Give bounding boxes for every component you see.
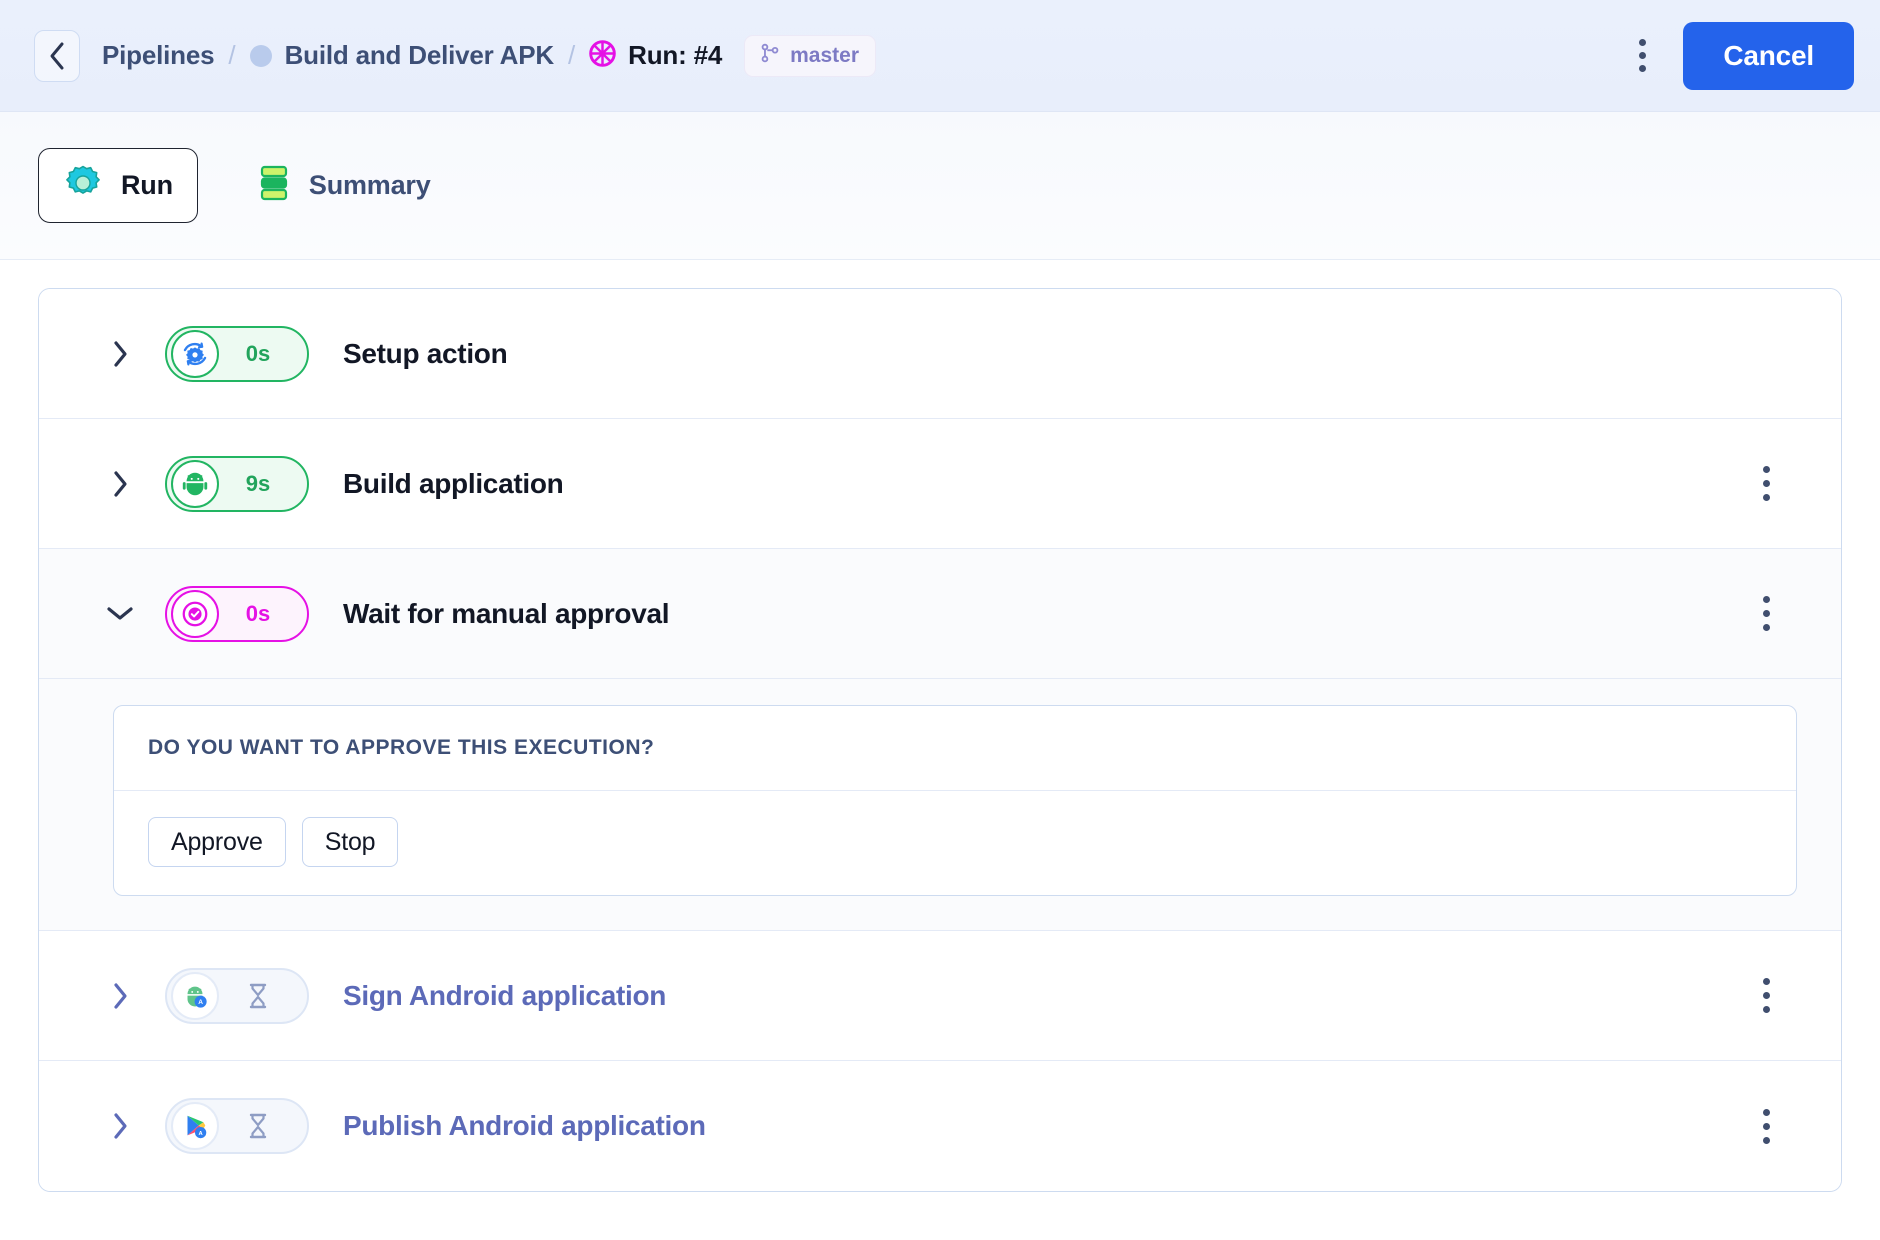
- step-duration: 0s: [245, 340, 271, 366]
- tab-run[interactable]: Run: [38, 148, 198, 223]
- step-status-pill: A: [165, 967, 309, 1024]
- step-row-wait-for-manual-approval[interactable]: 0s Wait for manual approval: [39, 549, 1841, 679]
- breadcrumb-pipeline-name[interactable]: Build and Deliver APK: [285, 40, 555, 71]
- android-robot-icon: [171, 459, 219, 508]
- step-menu-icon[interactable]: [1749, 1098, 1783, 1154]
- setup-gear-sync-icon: [171, 329, 219, 378]
- step-row-build-application[interactable]: 9s Build application: [39, 419, 1841, 549]
- breadcrumb: Pipelines / Build and Deliver APK / Run:…: [102, 34, 877, 77]
- back-button[interactable]: [34, 29, 80, 82]
- step-duration: 0s: [245, 600, 271, 626]
- chevron-right-icon[interactable]: [103, 469, 137, 499]
- breadcrumb-run-label: Run: #4: [628, 40, 723, 70]
- chevron-down-icon[interactable]: [103, 604, 137, 623]
- approval-actions: Approve Stop: [114, 791, 1796, 895]
- tab-strip: Run Summary: [0, 112, 1880, 260]
- step-status-pill: A: [165, 1098, 309, 1154]
- hourglass-pending-icon: [219, 1112, 303, 1140]
- step-status-pill: 0s: [165, 585, 309, 642]
- android-sign-apk-icon: A: [171, 971, 219, 1020]
- step-name: Wait for manual approval: [343, 597, 670, 629]
- chevron-right-icon[interactable]: [103, 981, 137, 1011]
- run-gear-icon: [63, 163, 103, 208]
- step-row-setup-action[interactable]: 0s Setup action: [39, 289, 1841, 419]
- run-spinner-icon: [589, 39, 616, 72]
- step-name: Setup action: [343, 337, 508, 369]
- step-name: Sign Android application: [343, 979, 667, 1011]
- breadcrumb-separator-2: /: [567, 40, 576, 70]
- top-bar: Pipelines / Build and Deliver APK / Run:…: [0, 0, 1880, 112]
- chevron-left-icon: [47, 41, 67, 71]
- kebab-menu-icon[interactable]: [1627, 34, 1657, 78]
- svg-text:A: A: [198, 999, 203, 1006]
- google-play-icon: A: [171, 1102, 219, 1150]
- tab-run-label: Run: [121, 170, 173, 200]
- branch-chip[interactable]: master: [744, 34, 877, 77]
- breadcrumb-separator-1: /: [228, 40, 236, 70]
- approval-question: DO YOU WANT TO APPROVE THIS EXECUTION?: [114, 706, 1796, 791]
- breadcrumb-pipelines[interactable]: Pipelines: [102, 40, 215, 71]
- tab-summary-label: Summary: [308, 170, 431, 200]
- tab-summary[interactable]: Summary: [232, 148, 456, 223]
- git-branch-icon: [759, 42, 781, 70]
- step-duration: 9s: [245, 470, 271, 496]
- steps-card: 0s Setup action 9s Build application 0s …: [38, 288, 1842, 1192]
- chevron-right-icon[interactable]: [103, 339, 137, 369]
- cancel-button[interactable]: Cancel: [1683, 21, 1854, 90]
- branch-label: master: [790, 43, 860, 67]
- approval-panel: DO YOU WANT TO APPROVE THIS EXECUTION? A…: [113, 705, 1797, 896]
- step-name: Publish Android application: [343, 1110, 706, 1141]
- top-bar-actions: Cancel: [1627, 21, 1854, 90]
- step-status-pill: 9s: [165, 455, 309, 512]
- stop-button[interactable]: Stop: [301, 817, 399, 867]
- approval-section: DO YOU WANT TO APPROVE THIS EXECUTION? A…: [39, 679, 1841, 931]
- chevron-right-icon[interactable]: [103, 1111, 137, 1141]
- step-menu-icon[interactable]: [1749, 456, 1783, 512]
- step-status-pill: 0s: [165, 325, 309, 382]
- approve-button[interactable]: Approve: [148, 817, 286, 867]
- approval-target-icon: [171, 589, 219, 638]
- pipeline-status-dot: [249, 44, 272, 67]
- hourglass-pending-icon: [219, 982, 303, 1010]
- step-row-publish-android-application[interactable]: A Publish Android application: [39, 1061, 1841, 1191]
- step-name: Build application: [343, 467, 564, 499]
- run-steps-content: 0s Setup action 9s Build application 0s …: [0, 260, 1880, 1192]
- summary-stack-icon: [257, 163, 291, 208]
- step-menu-icon[interactable]: [1749, 586, 1783, 642]
- step-menu-icon[interactable]: [1749, 968, 1783, 1024]
- step-row-sign-android-application[interactable]: A Sign Android application: [39, 931, 1841, 1061]
